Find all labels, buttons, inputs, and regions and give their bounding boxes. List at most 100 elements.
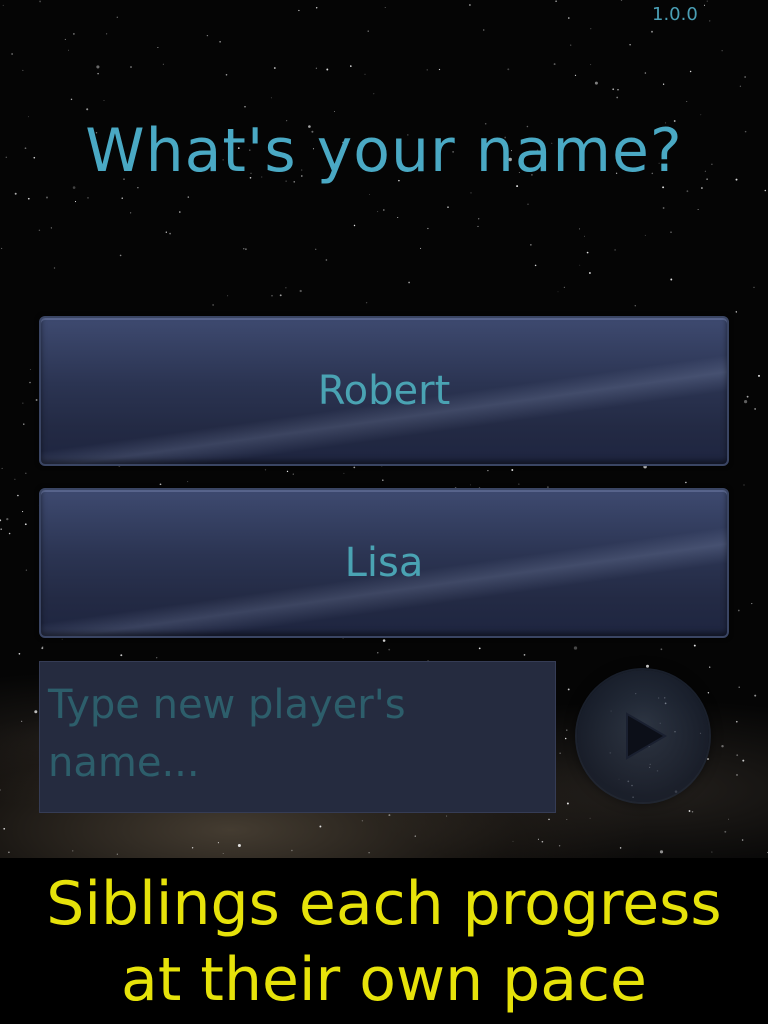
star (753, 286, 755, 289)
star (21, 720, 23, 722)
star (22, 69, 24, 71)
star (662, 207, 665, 209)
star (754, 408, 756, 410)
star (564, 737, 567, 740)
star (634, 305, 636, 307)
star (25, 472, 27, 474)
star (159, 483, 162, 486)
star (6, 517, 9, 521)
star (511, 469, 514, 471)
star (594, 81, 598, 85)
star (553, 63, 556, 66)
star (703, 4, 706, 6)
star (426, 69, 428, 71)
star (116, 16, 118, 18)
star (237, 843, 241, 848)
star (191, 847, 194, 849)
star (644, 72, 647, 74)
star (273, 67, 276, 69)
star (573, 646, 578, 650)
star (121, 197, 123, 199)
star (243, 248, 245, 250)
star (427, 227, 429, 230)
star (758, 374, 760, 377)
star (382, 479, 384, 482)
star (735, 311, 737, 313)
new-player-name-input[interactable]: Type new player's name... (39, 661, 556, 813)
star (53, 267, 56, 269)
star (14, 192, 17, 195)
star (74, 201, 77, 203)
star (397, 216, 399, 219)
star (0, 528, 3, 531)
star (319, 825, 322, 828)
star (616, 96, 619, 99)
star (567, 688, 570, 691)
star (0, 519, 2, 522)
star (212, 304, 214, 306)
star (291, 849, 293, 852)
star (388, 648, 391, 651)
star (41, 647, 44, 650)
star (270, 97, 272, 99)
star (659, 850, 664, 854)
star (377, 211, 379, 213)
star (646, 664, 649, 668)
star (353, 466, 356, 469)
star (130, 212, 132, 214)
star (342, 637, 344, 640)
star (25, 569, 28, 571)
star (670, 278, 673, 281)
star (588, 272, 591, 274)
star (691, 810, 694, 813)
star (566, 729, 568, 731)
star (217, 842, 219, 844)
star (685, 481, 687, 484)
star (721, 50, 723, 52)
player-button-lisa[interactable]: Lisa (39, 488, 729, 638)
star (368, 852, 370, 854)
star (279, 294, 282, 297)
player-button-robert[interactable]: Robert (39, 316, 729, 466)
star (86, 108, 89, 111)
star (706, 0, 708, 2)
star (662, 83, 665, 85)
star (187, 196, 190, 198)
star (483, 29, 485, 31)
star (728, 818, 730, 820)
star (589, 817, 591, 819)
submit-name-button[interactable] (577, 670, 709, 802)
star (365, 302, 368, 304)
star (96, 65, 100, 69)
star (245, 248, 247, 251)
star (744, 76, 746, 78)
star (3, 827, 6, 830)
star (470, 192, 472, 194)
star (286, 470, 289, 473)
star (557, 291, 559, 293)
star (0, 789, 1, 791)
version-label: 1.0.0 (652, 4, 698, 25)
play-arrow-icon (626, 712, 667, 760)
star (315, 7, 318, 9)
star (568, 17, 570, 19)
star (559, 752, 561, 754)
star (361, 820, 364, 822)
star (548, 818, 550, 821)
star (157, 47, 159, 49)
star (662, 186, 665, 189)
star (612, 88, 615, 91)
star (116, 853, 118, 855)
star (563, 286, 566, 289)
star (579, 264, 581, 266)
star (298, 9, 300, 12)
star (686, 190, 689, 193)
star (382, 639, 386, 642)
star (17, 494, 19, 497)
star (707, 758, 709, 760)
star (29, 381, 31, 384)
star (724, 830, 727, 833)
star (741, 839, 744, 841)
star (285, 287, 287, 289)
star (590, 28, 592, 30)
